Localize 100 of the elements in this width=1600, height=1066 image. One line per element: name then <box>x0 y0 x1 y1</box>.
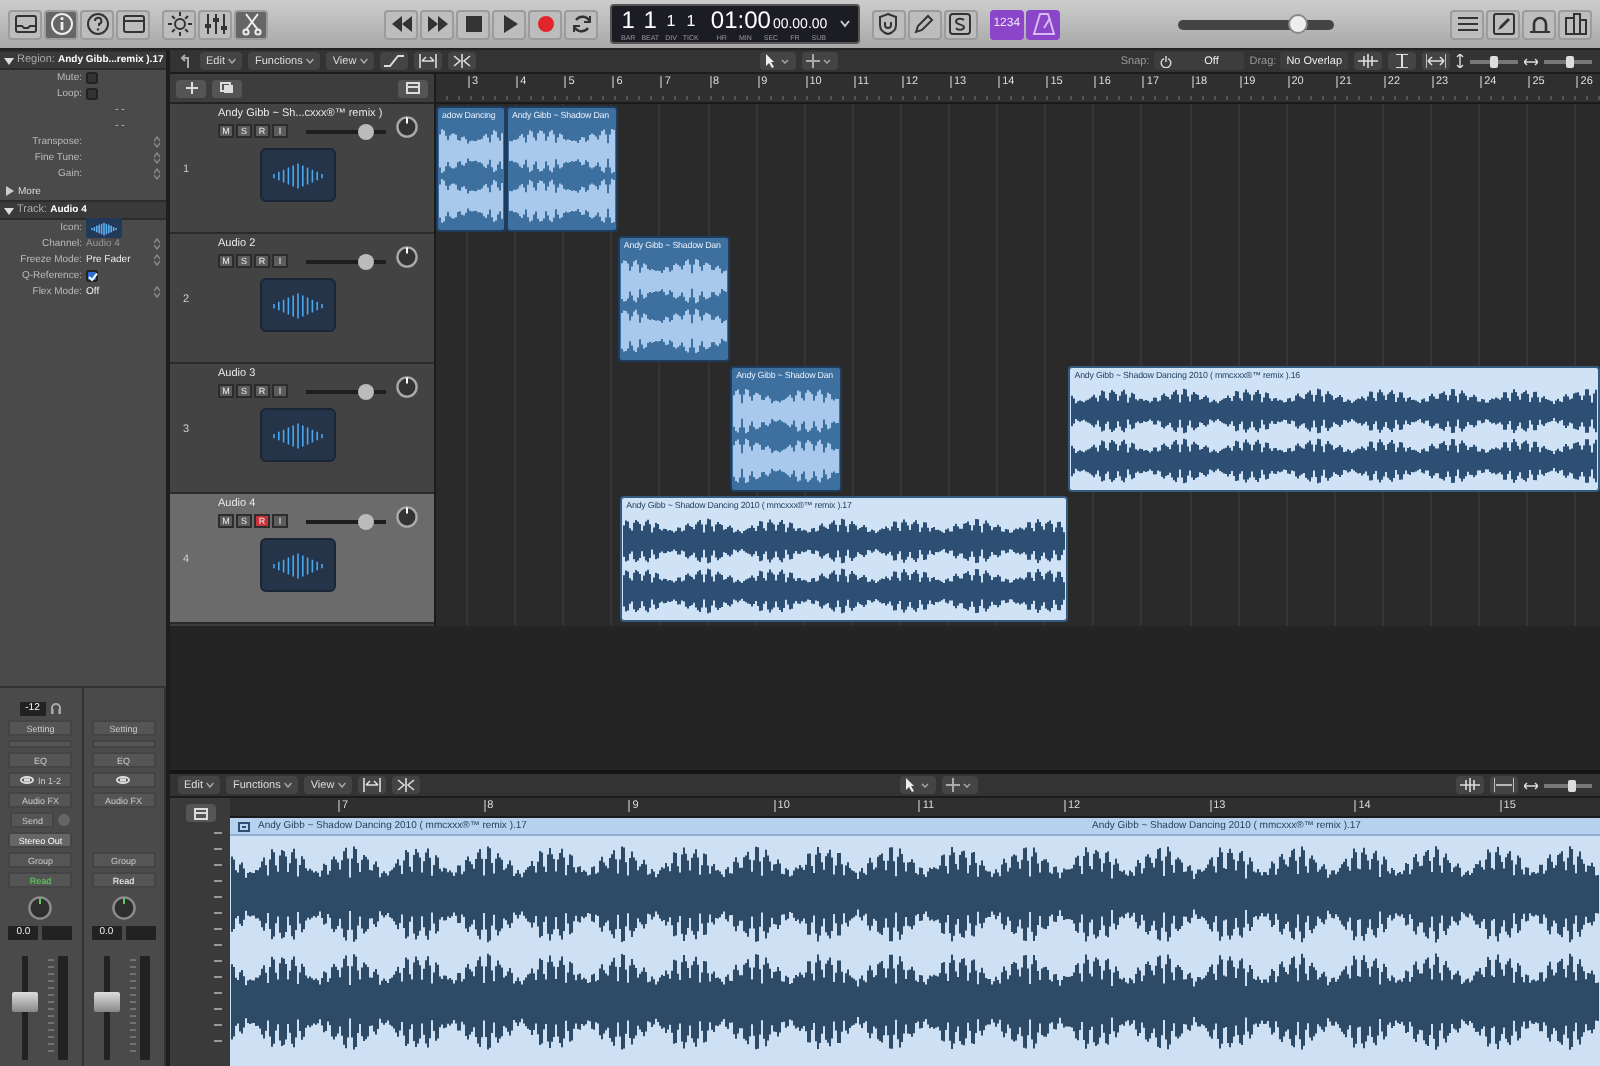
crosshair-icon <box>805 54 834 68</box>
stop-button[interactable] <box>456 9 491 39</box>
loop-browser-button[interactable] <box>1522 9 1557 39</box>
pan-knob[interactable] <box>28 896 53 920</box>
list-editors-button[interactable] <box>1450 9 1485 39</box>
waveform-zoom-icon <box>1358 54 1379 68</box>
pan-knob[interactable] <box>396 376 418 398</box>
editor-button[interactable] <box>116 9 150 39</box>
stop-icon <box>461 12 486 36</box>
headphones-icon <box>49 702 62 714</box>
scissors-icon <box>239 12 263 36</box>
rewind-icon <box>389 12 414 36</box>
cycle-icon <box>569 12 594 36</box>
horizontal-arrows-icon <box>1524 57 1539 65</box>
shield-icon <box>876 12 901 36</box>
stepper-icon <box>154 168 160 180</box>
lcd-value: 1 <box>666 9 676 33</box>
help-icon <box>85 12 109 36</box>
add-track-button[interactable] <box>176 79 206 97</box>
pan-knob[interactable] <box>396 116 418 138</box>
curve-icon <box>384 54 405 68</box>
bracket-arrows-icon <box>418 54 439 68</box>
master-volume-slider[interactable] <box>1177 19 1334 29</box>
text-cursor-button[interactable] <box>1388 52 1417 70</box>
global-tracks-button[interactable] <box>398 79 428 97</box>
pan-knob[interactable] <box>396 506 418 528</box>
pen-icon <box>912 12 937 36</box>
flex-button[interactable] <box>448 52 477 70</box>
horizontal-arrows-icon <box>1524 781 1539 789</box>
metronome-icon <box>1031 12 1056 36</box>
fast-forward-button[interactable] <box>420 9 455 39</box>
waveform-drawing <box>619 254 728 358</box>
tuner-button[interactable] <box>871 9 906 39</box>
lcd-value: 1 <box>686 9 696 33</box>
pointer-tool-menu[interactable] <box>759 52 796 70</box>
fast-forward-icon <box>425 12 450 36</box>
waveform-icon <box>272 421 324 449</box>
view-button[interactable] <box>185 804 215 822</box>
fit-button[interactable] <box>1422 52 1451 70</box>
track-icon-button[interactable] <box>86 218 122 238</box>
pencil-tool-menu[interactable] <box>801 52 838 70</box>
text-cursor-icon <box>1392 54 1413 68</box>
library-button[interactable] <box>8 9 42 39</box>
note-pad-button[interactable] <box>1486 9 1521 39</box>
vertical-arrows-icon <box>1456 54 1465 68</box>
checkbox[interactable] <box>86 88 98 100</box>
fit-width-icon <box>1494 778 1515 792</box>
stepper-icon <box>154 238 160 250</box>
pen-button[interactable] <box>907 9 942 39</box>
checkbox[interactable] <box>86 72 98 84</box>
duplicate-track-button[interactable] <box>212 79 242 97</box>
browser-button[interactable] <box>1558 9 1593 39</box>
window-icon <box>406 82 420 94</box>
info-button[interactable] <box>44 9 78 39</box>
peak-field <box>125 925 156 939</box>
play-button[interactable] <box>492 9 527 39</box>
smart-controls-button[interactable] <box>162 9 196 39</box>
waveform-zoom-button[interactable] <box>1456 776 1485 794</box>
link-icon <box>116 776 131 784</box>
checkbox[interactable] <box>86 270 98 282</box>
flex-icon <box>452 54 473 68</box>
catch-button[interactable] <box>414 52 443 70</box>
solo-button[interactable] <box>943 9 978 39</box>
waveform-icon <box>90 221 118 235</box>
crosshair-icon <box>945 778 974 792</box>
rewind-button[interactable] <box>384 9 419 39</box>
region-loop-icon <box>238 821 250 831</box>
note-pad-icon <box>1491 12 1516 36</box>
stepper-icon <box>154 152 160 164</box>
pan-knob[interactable] <box>111 896 136 920</box>
lcd-time: 01:00 <box>710 7 771 33</box>
bracket-arrows-icon <box>362 778 383 792</box>
waveform-icon <box>272 551 324 579</box>
fit-button[interactable] <box>1490 776 1519 794</box>
pan-knob[interactable] <box>396 246 418 268</box>
waveform-zoom-icon <box>1460 778 1481 792</box>
link-icon <box>19 776 34 784</box>
metronome-button[interactable] <box>1026 9 1061 39</box>
pencil-tool-menu[interactable] <box>941 776 978 794</box>
back-arrow-icon[interactable] <box>178 53 194 69</box>
pointer-tool-menu[interactable] <box>899 776 936 794</box>
caret-icon <box>228 58 237 64</box>
plus-icon <box>185 82 197 94</box>
waveform-zoom-button[interactable] <box>1354 52 1383 70</box>
window-icon <box>193 807 207 819</box>
help-button[interactable] <box>80 9 114 39</box>
mixer-button[interactable] <box>198 9 232 39</box>
sun-icon <box>167 12 191 36</box>
disclosure-right-icon <box>6 186 14 196</box>
checkmark-icon <box>87 271 97 281</box>
automation-button[interactable] <box>380 52 409 70</box>
input-slot-button[interactable] <box>91 772 156 788</box>
catch-button[interactable] <box>358 776 387 794</box>
flex-button[interactable] <box>392 776 421 794</box>
chevron-icon <box>839 20 850 28</box>
cycle-button[interactable] <box>564 9 599 39</box>
mixer-icon <box>203 12 227 36</box>
waveform-drawing <box>732 384 840 488</box>
editors-button[interactable] <box>234 9 268 39</box>
caret-icon <box>338 782 347 788</box>
